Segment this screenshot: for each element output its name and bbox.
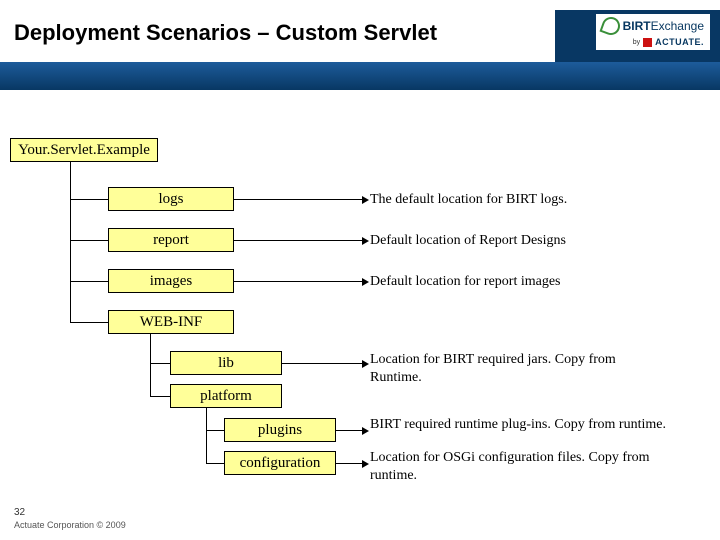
- tree-branch: [70, 240, 108, 241]
- arrowhead-icon: [362, 237, 369, 245]
- actuate-square-icon: [643, 38, 652, 47]
- node-lib: lib: [170, 351, 282, 375]
- node-platform-label: platform: [200, 388, 252, 405]
- arrowhead-icon: [362, 278, 369, 286]
- node-root-label: Your.Servlet.Example: [18, 142, 150, 159]
- node-report: report: [108, 228, 234, 252]
- copyright: Actuate Corporation © 2009: [14, 520, 126, 530]
- node-configuration: configuration: [224, 451, 336, 475]
- tree-branch: [150, 363, 170, 364]
- node-logs: logs: [108, 187, 234, 211]
- arrowhead-icon: [362, 196, 369, 204]
- node-root: Your.Servlet.Example: [10, 138, 158, 162]
- logo-vendor-text: ACTUATE.: [655, 37, 704, 47]
- node-images: images: [108, 269, 234, 293]
- slide-title: Deployment Scenarios – Custom Servlet: [14, 20, 437, 46]
- header-blue-strip: [0, 62, 720, 90]
- node-webinf-label: WEB-INF: [140, 314, 203, 331]
- desc-report: Default location of Report Designs: [370, 232, 566, 250]
- connector: [234, 199, 362, 200]
- connector: [234, 240, 362, 241]
- connector: [234, 281, 362, 282]
- logo-birt-text: BIRT: [623, 19, 651, 33]
- slide: Deployment Scenarios – Custom Servlet BI…: [0, 0, 720, 540]
- tree-branch: [70, 199, 108, 200]
- node-platform: platform: [170, 384, 282, 408]
- desc-logs: The default location for BIRT logs.: [370, 191, 567, 209]
- birt-swirl-icon: [599, 14, 622, 37]
- node-report-label: report: [153, 232, 189, 249]
- tree-branch: [150, 396, 170, 397]
- connector: [336, 463, 362, 464]
- arrowhead-icon: [362, 427, 369, 435]
- tree-trunk: [206, 408, 207, 463]
- logo-area: BIRTExchange by ACTUATE.: [596, 14, 710, 50]
- desc-plugins: BIRT required runtime plug-ins. Copy fro…: [370, 416, 670, 434]
- tree-trunk: [70, 162, 71, 322]
- node-webinf: WEB-INF: [108, 310, 234, 334]
- node-lib-label: lib: [218, 355, 234, 372]
- tree-branch: [206, 463, 224, 464]
- node-logs-label: logs: [158, 191, 183, 208]
- desc-configuration: Location for OSGi configuration files. C…: [370, 449, 670, 484]
- footer: 32 Actuate Corporation © 2009: [14, 507, 126, 530]
- logo-by-text: by: [633, 39, 640, 46]
- connector: [336, 430, 362, 431]
- node-configuration-label: configuration: [240, 455, 321, 472]
- connector: [282, 363, 362, 364]
- logo-exchange-text: Exchange: [651, 19, 704, 33]
- desc-images: Default location for report images: [370, 273, 560, 291]
- node-images-label: images: [150, 273, 193, 290]
- tree-trunk: [150, 334, 151, 396]
- tree-branch: [70, 281, 108, 282]
- page-number: 32: [14, 507, 126, 518]
- node-plugins: plugins: [224, 418, 336, 442]
- tree-branch: [70, 322, 108, 323]
- arrowhead-icon: [362, 360, 369, 368]
- node-plugins-label: plugins: [258, 422, 302, 439]
- tree-branch: [206, 430, 224, 431]
- desc-lib: Location for BIRT required jars. Copy fr…: [370, 351, 660, 386]
- arrowhead-icon: [362, 460, 369, 468]
